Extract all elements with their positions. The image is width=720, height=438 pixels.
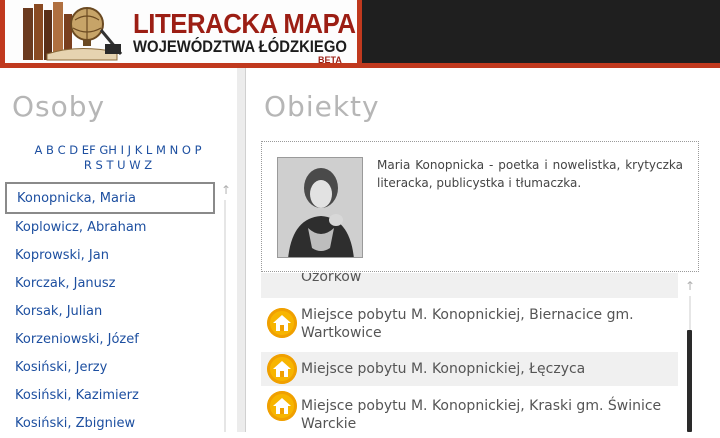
place-label-line1: Miejsce pobytu M. Konopnickiej, Biernaci…: [301, 307, 634, 323]
portrait-image: [277, 157, 363, 258]
scroll-up-arrow-icon[interactable]: ↑: [221, 184, 231, 196]
letter-link[interactable]: H: [108, 143, 117, 157]
place-label: Miejsce pobytu M. Konopnickiej, Łęczyca: [301, 360, 671, 378]
place-label: Ozorków: [301, 273, 362, 285]
place-label-line1: Miejsce pobytu M. Konopnickiej, Kraski g…: [301, 398, 662, 414]
letter-link[interactable]: B: [46, 143, 54, 157]
logo[interactable]: LITERACKA MAPA WOJEWÓDZTWA ŁÓDZKIEGO BET…: [0, 0, 362, 68]
logo-title: LITERACKA MAPA: [133, 8, 356, 39]
alphabet-index: A B C D EF GH I J K L M N O P R S T U W …: [18, 143, 218, 173]
letter-link[interactable]: I: [121, 143, 124, 157]
letter-link[interactable]: Z: [144, 158, 152, 172]
house-icon: [267, 391, 297, 421]
letter-link[interactable]: A: [35, 143, 43, 157]
letter-link[interactable]: M: [156, 143, 166, 157]
list-item[interactable]: Miejsce pobytu M. Konopnickiej, Łęczyca: [261, 352, 678, 386]
scrollbar-thumb[interactable]: [687, 330, 692, 432]
letter-link[interactable]: W: [129, 158, 140, 172]
list-item[interactable]: Ozorków: [261, 273, 678, 298]
scroll-up-arrow-icon[interactable]: ↑: [685, 280, 695, 292]
list-item[interactable]: Miejsce pobytu M. Konopnickiej, Biernaci…: [261, 300, 678, 348]
objects-title: Obiekty: [264, 90, 380, 123]
persons-title: Osoby: [12, 90, 106, 123]
letter-link[interactable]: K: [135, 143, 143, 157]
letter-link[interactable]: T: [106, 158, 113, 172]
places-list: Ozorków Miejsce pobytu M. Konopnickiej, …: [261, 273, 678, 432]
person-item[interactable]: Korzeniowski, Józef: [5, 326, 215, 354]
house-icon: [267, 308, 297, 338]
person-item[interactable]: Kosiński, Zbigniew: [5, 410, 215, 438]
person-item[interactable]: Korsak, Julian: [5, 298, 215, 326]
header: LITERACKA MAPA WOJEWÓDZTWA ŁÓDZKIEGO BET…: [0, 0, 720, 68]
person-item[interactable]: Koprowski, Jan: [5, 242, 215, 270]
list-item[interactable]: Miejsce pobytu M. Konopnickiej, Kraski g…: [261, 388, 678, 432]
scrollbar-track[interactable]: [224, 200, 226, 432]
persons-panel: Osoby A B C D EF GH I J K L M N O P R S …: [0, 68, 237, 432]
place-label-line2: Warckie: [301, 416, 357, 432]
beta-badge: BETA: [318, 55, 342, 65]
places-list-scrollbar[interactable]: ↑: [683, 278, 697, 432]
letter-link[interactable]: D: [69, 143, 78, 157]
place-label: Miejsce pobytu M. Konopnickiej, Kraski g…: [301, 397, 671, 432]
letter-link[interactable]: C: [58, 143, 66, 157]
letter-link[interactable]: N: [170, 143, 179, 157]
letter-link[interactable]: R: [84, 158, 92, 172]
portrait-drawing: [278, 158, 362, 257]
person-list: Konopnicka, Maria Koplowicz, Abraham Kop…: [5, 182, 215, 438]
person-list-scrollbar[interactable]: ↑: [219, 184, 231, 432]
letter-link[interactable]: P: [195, 143, 202, 157]
letter-link[interactable]: E: [82, 143, 89, 157]
house-icon: [267, 354, 297, 384]
logo-subtitle: WOJEWÓDZTWA ŁÓDZKIEGO: [133, 38, 347, 56]
person-item[interactable]: Korczak, Janusz: [5, 270, 215, 298]
place-label-line2: Wartkowice: [301, 325, 382, 341]
place-label-line1: Miejsce pobytu M. Konopnickiej, Łęczyca: [301, 361, 586, 377]
objects-panel: Obiekty Maria Konopnicka - poetka i nowe…: [245, 68, 720, 432]
person-item[interactable]: Kosiński, Jerzy: [5, 354, 215, 382]
column-divider: [237, 68, 245, 432]
place-label: Miejsce pobytu M. Konopnickiej, Biernaci…: [301, 306, 671, 342]
letter-link[interactable]: S: [96, 158, 103, 172]
person-item[interactable]: Koplowicz, Abraham: [5, 214, 215, 242]
person-info-box: Maria Konopnicka - poetka i nowelistka, …: [261, 141, 699, 272]
person-item[interactable]: Kosiński, Kazimierz: [5, 382, 215, 410]
person-item-selected[interactable]: Konopnicka, Maria: [5, 182, 215, 214]
books-globe-logo-art: [23, 2, 123, 61]
letter-link[interactable]: L: [146, 143, 152, 157]
letter-link[interactable]: G: [99, 143, 108, 157]
letter-link[interactable]: O: [182, 143, 191, 157]
letter-link[interactable]: J: [128, 143, 131, 157]
letter-link[interactable]: F: [89, 143, 96, 157]
letter-link[interactable]: U: [117, 158, 125, 172]
person-bio: Maria Konopnicka - poetka i nowelistka, …: [377, 158, 683, 190]
